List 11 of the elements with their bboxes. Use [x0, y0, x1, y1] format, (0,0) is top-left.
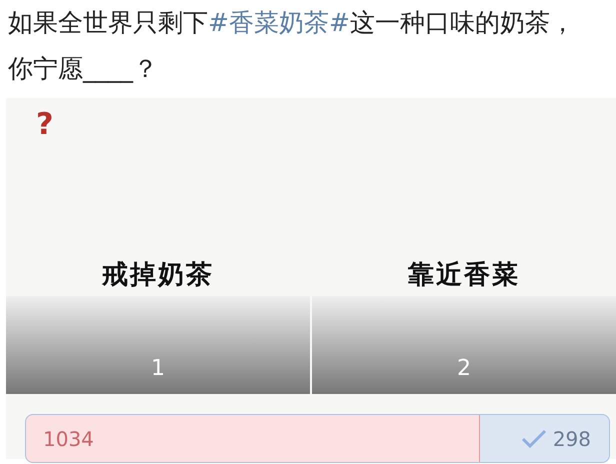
question-mark: ? [36, 110, 54, 140]
option-panel[interactable]: 2 [312, 296, 616, 394]
option-label: 戒掉奶茶 [102, 259, 214, 292]
option-label: 靠近香菜 [408, 259, 520, 292]
vote-count: 1034 [43, 426, 94, 452]
option-number: 1 [151, 358, 165, 380]
hashtag-link[interactable]: #香菜奶茶# [208, 8, 350, 37]
post-text: 如果全世界只剩下#香菜奶茶#这一种口味的奶茶，你宁愿____？ [7, 7, 576, 85]
option-number: 2 [457, 358, 471, 380]
option-panel[interactable]: 1 [6, 296, 310, 394]
vote-count: 298 [552, 426, 591, 452]
